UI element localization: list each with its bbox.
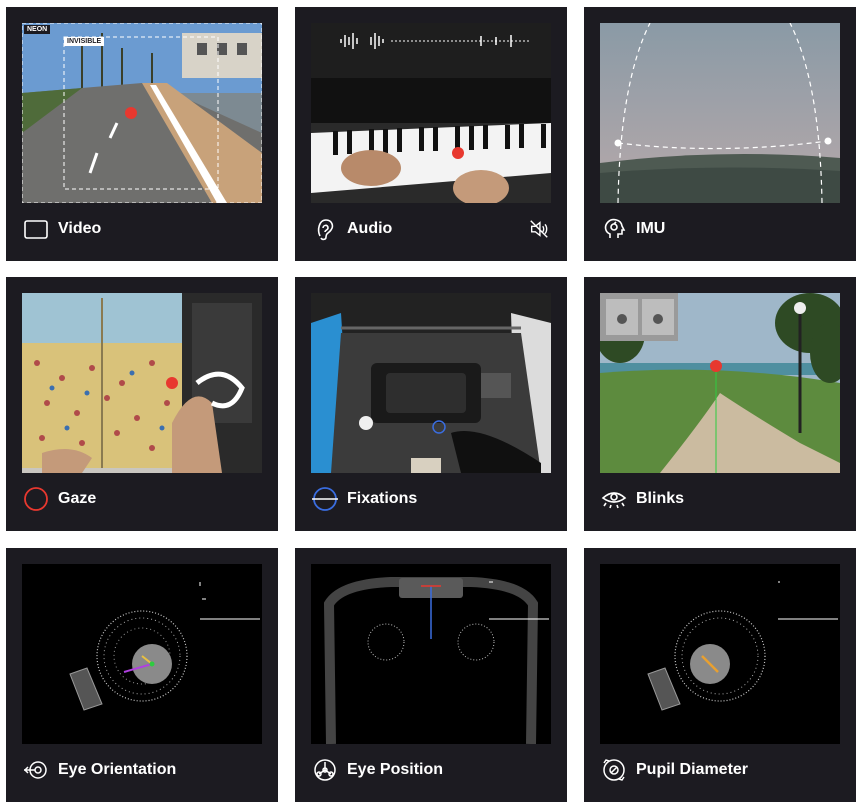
eye-position-thumbnail <box>311 564 551 744</box>
card-label: IMU <box>636 220 666 237</box>
card-imu[interactable]: IMU <box>584 7 856 261</box>
pupil-diameter-icon <box>600 756 628 784</box>
card-gaze[interactable]: Gaze <box>6 277 278 531</box>
fixations-thumbnail <box>311 293 551 473</box>
imu-thumbnail <box>600 23 840 203</box>
eye-blink-icon <box>600 485 628 513</box>
fixation-circle-icon <box>311 485 339 513</box>
red-circle-icon <box>22 485 50 513</box>
square-icon <box>22 215 50 243</box>
card-label: Eye Orientation <box>58 761 177 778</box>
invisible-tag: INVISIBLE <box>64 37 105 46</box>
card-label: Gaze <box>58 490 97 507</box>
audio-thumbnail <box>311 23 551 203</box>
card-label: Video <box>58 220 102 237</box>
pupil-diameter-thumbnail <box>600 564 840 744</box>
card-fixations[interactable]: Fixations <box>295 277 567 531</box>
card-label: Blinks <box>636 490 685 507</box>
eye-orientation-icon <box>22 756 50 784</box>
card-label: Eye Position <box>347 761 444 778</box>
neon-tag: NEON <box>24 25 51 34</box>
eye-orientation-thumbnail <box>22 564 262 744</box>
mute-icon[interactable] <box>527 217 551 241</box>
ear-icon <box>311 215 339 243</box>
head-rotation-icon <box>600 215 628 243</box>
gaze-thumbnail <box>22 293 262 473</box>
card-label: Fixations <box>347 490 418 507</box>
card-eye-orientation[interactable]: Eye Orientation <box>6 548 278 802</box>
card-label: Audio <box>347 220 393 237</box>
card-audio[interactable]: Audio <box>295 7 567 261</box>
card-label: Pupil Diameter <box>636 761 749 778</box>
card-video[interactable]: NEON INVISIBLE Video <box>6 7 278 261</box>
video-thumbnail: NEON INVISIBLE <box>22 23 262 203</box>
card-eye-position[interactable]: Eye Position <box>295 548 567 802</box>
blinks-thumbnail <box>600 293 840 473</box>
eye-position-icon <box>311 756 339 784</box>
card-pupil-diameter[interactable]: Pupil Diameter <box>584 548 856 802</box>
card-blinks[interactable]: Blinks <box>584 277 856 531</box>
